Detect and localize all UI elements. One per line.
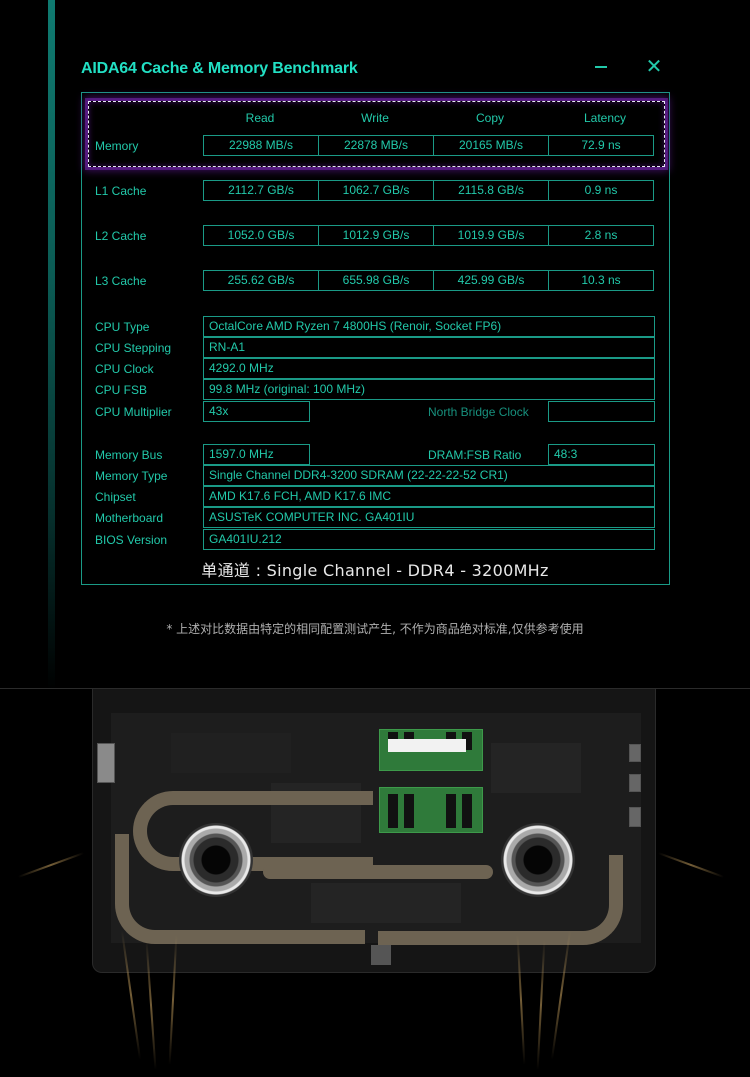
cpu-type-value: OctalCore AMD Ryzen 7 4800HS (Renoir, So… — [203, 316, 655, 337]
motherboard-value: ASUSTeK COMPUTER INC. GA401IU — [203, 507, 655, 528]
memory-summary-caption: 单通道 : Single Channel - DDR4 - 3200MHz — [201, 561, 549, 580]
l1-read-value: 2112.7 GB/s — [203, 180, 319, 201]
airflow-streak — [17, 852, 85, 878]
cooling-fan-right — [501, 823, 575, 897]
cpu-stepping-value: RN-A1 — [203, 337, 655, 358]
l1-write-value: 1062.7 GB/s — [318, 180, 434, 201]
memory-type-value: Single Channel DDR4-3200 SDRAM (22-22-22… — [203, 465, 655, 486]
close-icon: ✕ — [645, 56, 663, 78]
minimize-button[interactable] — [590, 56, 612, 78]
ram-module-bottom — [379, 787, 483, 833]
memory-write-value: 22878 MB/s — [318, 135, 434, 156]
close-button[interactable]: ✕ — [643, 56, 665, 78]
north-bridge-clock-value — [548, 401, 655, 422]
l3-read-value: 255.62 GB/s — [203, 270, 319, 291]
cpu-clock-value: 4292.0 MHz — [203, 358, 655, 379]
l3-write-value: 655.98 GB/s — [318, 270, 434, 291]
ram-module-top — [379, 729, 483, 771]
cpu-fsb-label: CPU FSB — [95, 383, 148, 397]
l2-copy-value: 1019.9 GB/s — [433, 225, 549, 246]
row-label-l3-cache: L3 Cache — [95, 274, 147, 288]
disclaimer-note: * 上述对比数据由特定的相同配置测试产生, 不作为商品绝对标准,仅供参考使用 — [166, 622, 584, 636]
row-label-l2-cache: L2 Cache — [95, 229, 147, 243]
window-title: AIDA64 Cache & Memory Benchmark — [81, 60, 358, 77]
l2-write-value: 1012.9 GB/s — [318, 225, 434, 246]
cpu-type-label: CPU Type — [95, 320, 150, 334]
port-left — [97, 743, 115, 783]
l1-copy-value: 2115.8 GB/s — [433, 180, 549, 201]
port-bottom — [371, 945, 391, 965]
airflow-streak — [657, 852, 725, 878]
memory-read-value: 22988 MB/s — [203, 135, 319, 156]
port-right — [629, 774, 641, 792]
row-label-l1-cache: L1 Cache — [95, 184, 147, 198]
memory-bus-value: 1597.0 MHz — [203, 444, 310, 465]
memory-latency-value: 72.9 ns — [548, 135, 654, 156]
row-label-memory: Memory — [95, 139, 139, 153]
ram-label — [388, 739, 466, 752]
column-header-copy: Copy — [475, 111, 504, 125]
column-header-latency: Latency — [583, 111, 627, 125]
cpu-clock-label: CPU Clock — [95, 362, 154, 376]
column-header-read: Read — [245, 111, 275, 125]
dram-fsb-ratio-label: DRAM:FSB Ratio — [428, 448, 522, 462]
accent-bar — [48, 0, 55, 690]
bios-version-label: BIOS Version — [95, 533, 168, 547]
board-component — [491, 743, 581, 793]
cpu-multiplier-label: CPU Multiplier — [95, 405, 172, 419]
bios-version-value: GA401IU.212 — [203, 529, 655, 550]
cpu-multiplier-value: 43x — [203, 401, 310, 422]
heatpipe — [263, 865, 493, 879]
chipset-label: Chipset — [95, 490, 136, 504]
memory-type-label: Memory Type — [95, 469, 168, 483]
column-header-write: Write — [361, 111, 389, 125]
l1-latency-value: 0.9 ns — [548, 180, 654, 201]
port-right — [629, 807, 641, 827]
laptop-internals-image — [92, 689, 656, 973]
cpu-stepping-label: CPU Stepping — [95, 341, 172, 355]
cooling-fan-left — [179, 823, 253, 897]
cpu-fsb-value: 99.8 MHz (original: 100 MHz) — [203, 379, 655, 400]
chipset-value: AMD K17.6 FCH, AMD K17.6 IMC — [203, 486, 655, 507]
l3-copy-value: 425.99 GB/s — [433, 270, 549, 291]
north-bridge-clock-label: North Bridge Clock — [428, 405, 529, 419]
l3-latency-value: 10.3 ns — [548, 270, 654, 291]
l2-latency-value: 2.8 ns — [548, 225, 654, 246]
memory-copy-value: 20165 MB/s — [433, 135, 549, 156]
port-right — [629, 744, 641, 762]
memory-bus-label: Memory Bus — [95, 448, 163, 462]
ssd-slot — [171, 733, 291, 773]
dram-fsb-ratio-value: 48:3 — [548, 444, 655, 465]
l2-read-value: 1052.0 GB/s — [203, 225, 319, 246]
motherboard-label: Motherboard — [95, 511, 164, 525]
